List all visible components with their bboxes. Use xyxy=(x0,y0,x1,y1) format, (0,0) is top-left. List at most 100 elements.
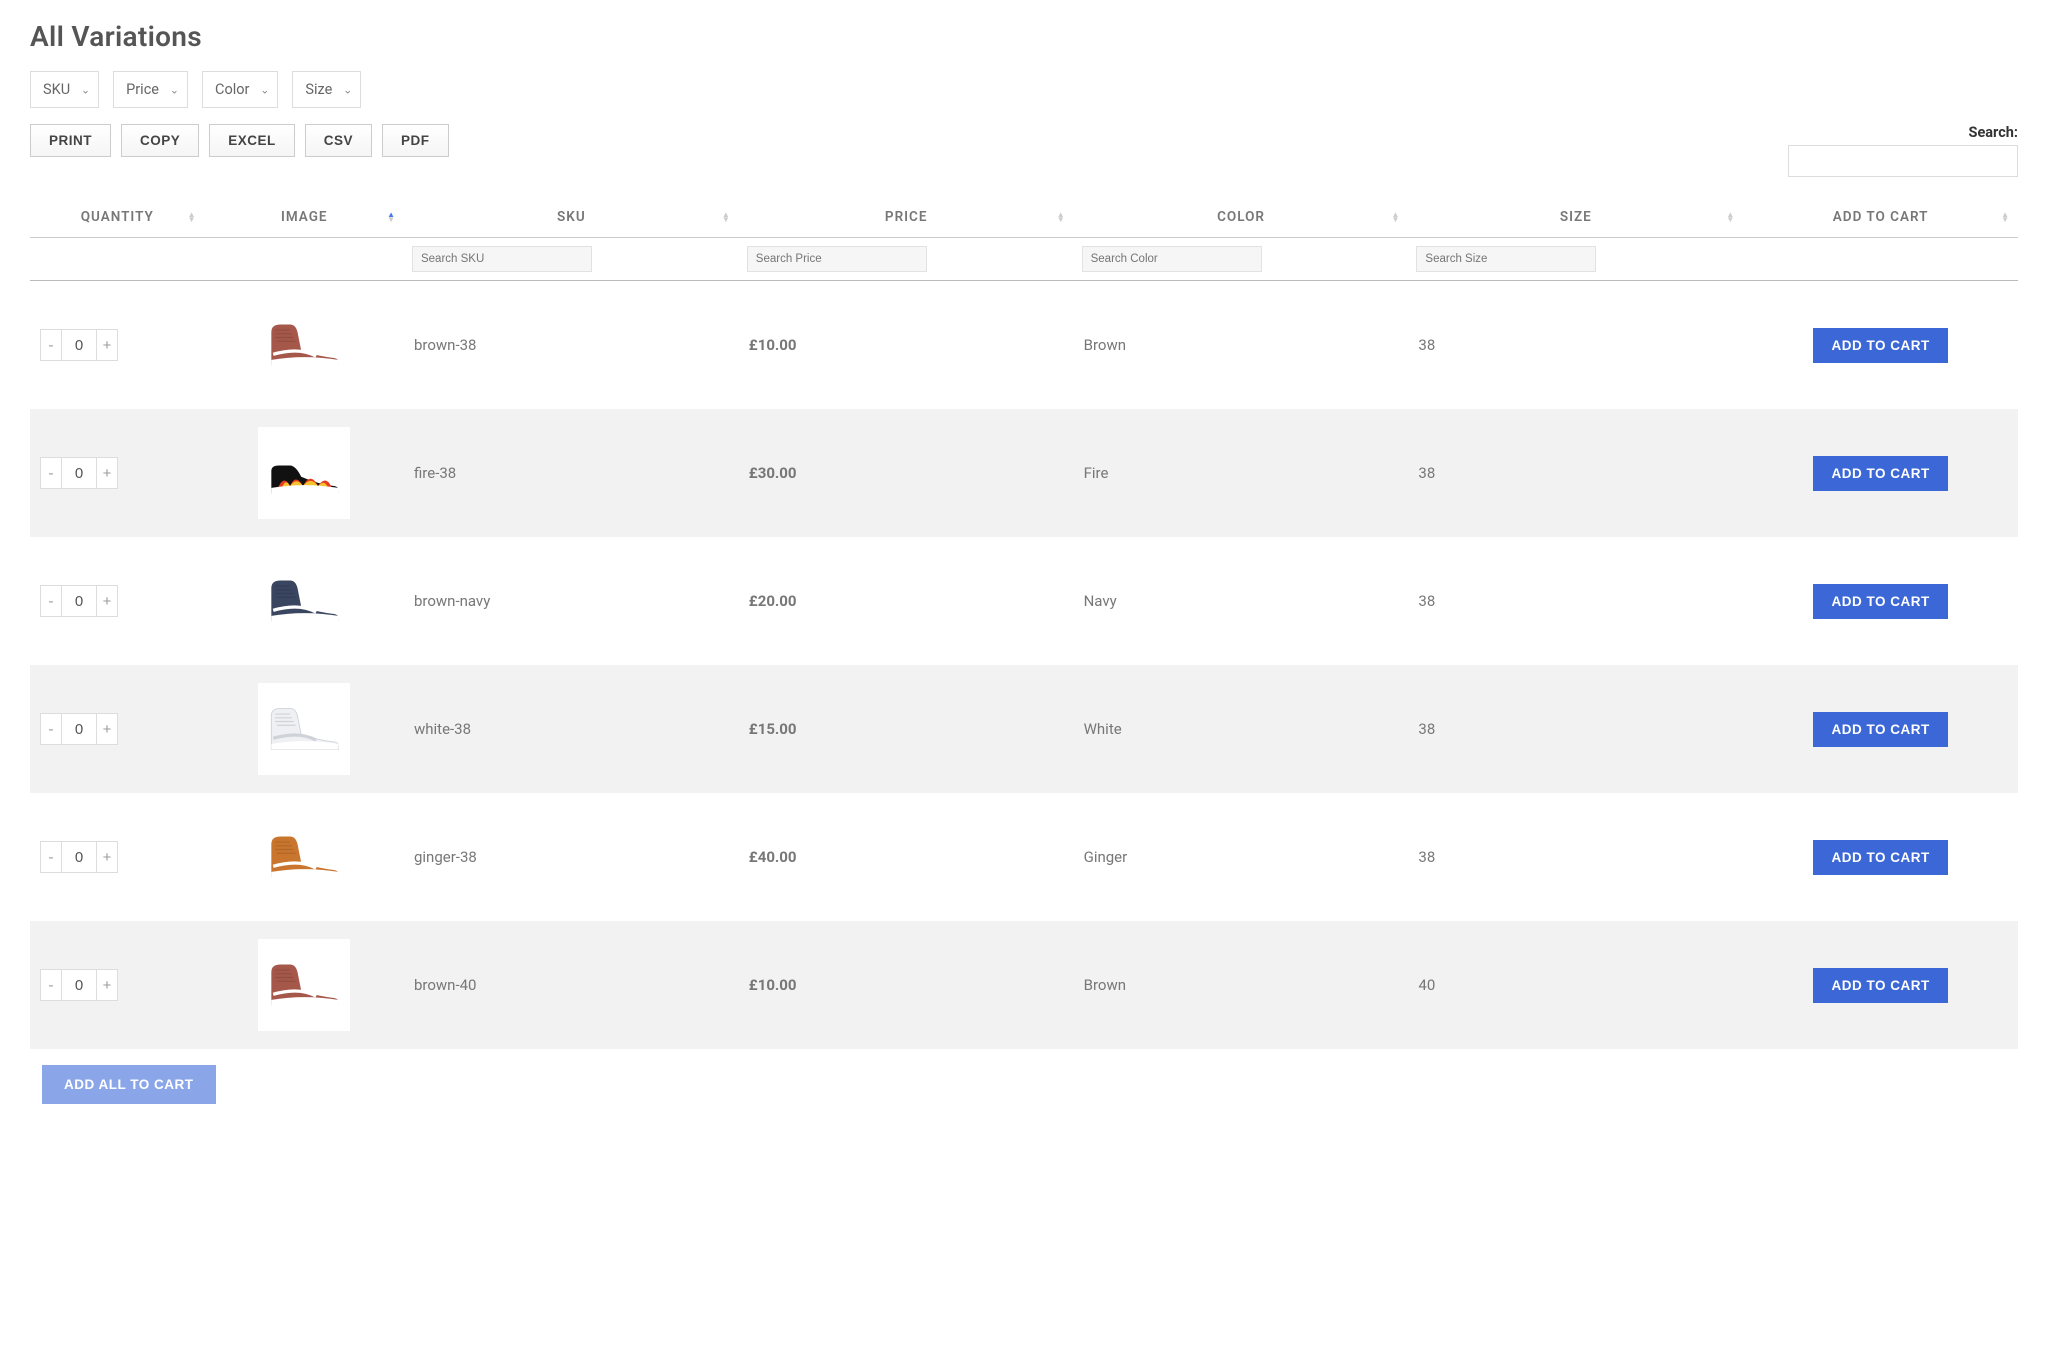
sort-icon: ▲▼ xyxy=(1392,212,1401,222)
filter-size[interactable]: Size⌄ xyxy=(292,71,361,108)
chevron-down-icon: ⌄ xyxy=(343,83,352,96)
table-row: - + ginger-38 £40.00 Ginger 38 ADD TO CA… xyxy=(30,793,2018,921)
sku-cell: fire-38 xyxy=(404,409,739,537)
col-size[interactable]: Size▲▼ xyxy=(1408,197,1743,238)
qty-decrement-button[interactable]: - xyxy=(40,585,62,617)
color-cell: Ginger xyxy=(1074,793,1409,921)
export-buttons: PRINT COPY EXCEL CSV PDF xyxy=(30,124,449,157)
filter-color[interactable]: Color⌄ xyxy=(202,71,278,108)
size-cell: 38 xyxy=(1408,409,1743,537)
add-to-cart-button[interactable]: ADD TO CART xyxy=(1813,840,1947,875)
search-label: Search: xyxy=(1788,124,2018,141)
add-to-cart-button[interactable]: ADD TO CART xyxy=(1813,712,1947,747)
qty-decrement-button[interactable]: - xyxy=(40,457,62,489)
sku-cell: ginger-38 xyxy=(404,793,739,921)
page-title: All Variations xyxy=(30,20,2018,53)
print-button[interactable]: PRINT xyxy=(30,124,111,157)
quantity-stepper: - + xyxy=(40,713,118,745)
quantity-stepper: - + xyxy=(40,457,118,489)
qty-increment-button[interactable]: + xyxy=(96,329,118,361)
qty-input[interactable] xyxy=(62,713,96,745)
price-cell: £40.00 xyxy=(739,793,1074,921)
sort-icon: ▲▼ xyxy=(387,212,396,222)
sort-icon: ▲▼ xyxy=(1057,212,1066,222)
col-price[interactable]: Price▲▼ xyxy=(739,197,1074,238)
size-cell: 40 xyxy=(1408,921,1743,1049)
copy-button[interactable]: COPY xyxy=(121,124,199,157)
filter-sku[interactable]: SKU⌄ xyxy=(30,71,99,108)
col-quantity[interactable]: Quantity▲▼ xyxy=(30,197,205,238)
quantity-stepper: - + xyxy=(40,841,118,873)
col-sku[interactable]: SKU▲▼ xyxy=(404,197,739,238)
quantity-stepper: - + xyxy=(40,585,118,617)
filter-input-color[interactable] xyxy=(1082,246,1262,272)
add-all-to-cart-button[interactable]: ADD ALL TO CART xyxy=(42,1065,216,1104)
add-to-cart-button[interactable]: ADD TO CART xyxy=(1813,584,1947,619)
qty-increment-button[interactable]: + xyxy=(96,457,118,489)
table-row: - + fire-38 £30.00 Fire 38 ADD TO CART xyxy=(30,409,2018,537)
qty-decrement-button[interactable]: - xyxy=(40,713,62,745)
color-cell: Navy xyxy=(1074,537,1409,665)
qty-increment-button[interactable]: + xyxy=(96,841,118,873)
sku-cell: brown-38 xyxy=(404,281,739,410)
table-row: - + brown-navy £20.00 Navy 38 ADD TO CAR… xyxy=(30,537,2018,665)
csv-button[interactable]: CSV xyxy=(305,124,372,157)
qty-input[interactable] xyxy=(62,585,96,617)
price-cell: £10.00 xyxy=(739,921,1074,1049)
search-area: Search: xyxy=(1788,124,2018,177)
chevron-down-icon: ⌄ xyxy=(170,83,179,96)
sku-cell: white-38 xyxy=(404,665,739,793)
col-image[interactable]: Image▲▼ xyxy=(205,197,404,238)
product-image xyxy=(258,811,350,903)
qty-input[interactable] xyxy=(62,841,96,873)
size-cell: 38 xyxy=(1408,537,1743,665)
filter-input-sku[interactable] xyxy=(412,246,592,272)
filters-row: SKU⌄ Price⌄ Color⌄ Size⌄ xyxy=(30,71,2018,108)
col-add-to-cart[interactable]: Add To Cart▲▼ xyxy=(1743,197,2018,238)
table-row: - + brown-38 £10.00 Brown 38 ADD TO CART xyxy=(30,281,2018,410)
color-cell: Brown xyxy=(1074,281,1409,410)
filter-input-price[interactable] xyxy=(747,246,927,272)
table-row: - + brown-40 £10.00 Brown 40 ADD TO CART xyxy=(30,921,2018,1049)
qty-input[interactable] xyxy=(62,457,96,489)
add-to-cart-button[interactable]: ADD TO CART xyxy=(1813,968,1947,1003)
product-image xyxy=(258,555,350,647)
price-cell: £20.00 xyxy=(739,537,1074,665)
sort-icon: ▲▼ xyxy=(1726,212,1735,222)
price-cell: £10.00 xyxy=(739,281,1074,410)
price-cell: £30.00 xyxy=(739,409,1074,537)
product-image xyxy=(258,939,350,1031)
sort-icon: ▲▼ xyxy=(2001,212,2010,222)
qty-input[interactable] xyxy=(62,969,96,1001)
sort-icon: ▲▼ xyxy=(722,212,731,222)
pdf-button[interactable]: PDF xyxy=(382,124,449,157)
size-cell: 38 xyxy=(1408,665,1743,793)
table-row: - + white-38 £15.00 White 38 ADD TO CART xyxy=(30,665,2018,793)
excel-button[interactable]: EXCEL xyxy=(209,124,295,157)
search-input[interactable] xyxy=(1788,145,2018,177)
filter-input-size[interactable] xyxy=(1416,246,1596,272)
col-color[interactable]: Color▲▼ xyxy=(1074,197,1409,238)
qty-increment-button[interactable]: + xyxy=(96,969,118,1001)
qty-increment-button[interactable]: + xyxy=(96,585,118,617)
sku-cell: brown-navy xyxy=(404,537,739,665)
qty-increment-button[interactable]: + xyxy=(96,713,118,745)
variations-table: Quantity▲▼ Image▲▼ SKU▲▼ Price▲▼ Color▲▼… xyxy=(30,197,2018,1049)
size-cell: 38 xyxy=(1408,793,1743,921)
qty-input[interactable] xyxy=(62,329,96,361)
quantity-stepper: - + xyxy=(40,969,118,1001)
qty-decrement-button[interactable]: - xyxy=(40,969,62,1001)
chevron-down-icon: ⌄ xyxy=(260,83,269,96)
color-cell: Fire xyxy=(1074,409,1409,537)
chevron-down-icon: ⌄ xyxy=(81,83,90,96)
size-cell: 38 xyxy=(1408,281,1743,410)
add-to-cart-button[interactable]: ADD TO CART xyxy=(1813,456,1947,491)
quantity-stepper: - + xyxy=(40,329,118,361)
qty-decrement-button[interactable]: - xyxy=(40,329,62,361)
qty-decrement-button[interactable]: - xyxy=(40,841,62,873)
add-to-cart-button[interactable]: ADD TO CART xyxy=(1813,328,1947,363)
product-image xyxy=(258,299,350,391)
sku-cell: brown-40 xyxy=(404,921,739,1049)
product-image xyxy=(258,427,350,519)
filter-price[interactable]: Price⌄ xyxy=(113,71,188,108)
